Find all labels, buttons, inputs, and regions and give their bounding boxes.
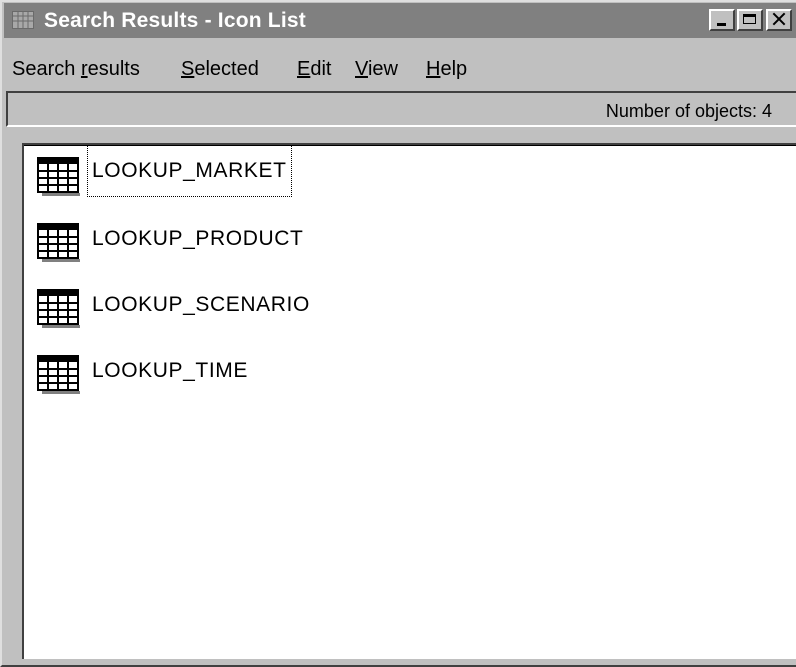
minimize-button[interactable] xyxy=(709,9,735,31)
menu-selected[interactable]: Selected xyxy=(181,58,259,81)
search-results-window: Search Results - Icon List Search result… xyxy=(0,0,796,667)
menu-search-results[interactable]: Search results xyxy=(12,58,140,81)
menu-bar: Search results Selected Edit View Help xyxy=(4,54,796,86)
list-item[interactable]: LOOKUP_SCENARIO xyxy=(36,288,436,336)
title-bar[interactable]: Search Results - Icon List xyxy=(4,3,796,38)
status-bar: Number of objects: 4 xyxy=(6,91,796,127)
item-label[interactable]: LOOKUP_SCENARIO xyxy=(88,292,314,318)
item-label[interactable]: LOOKUP_PRODUCT xyxy=(88,226,307,252)
list-item[interactable]: LOOKUP_TIME xyxy=(36,354,436,402)
window-table-icon[interactable] xyxy=(12,11,34,29)
menu-edit[interactable]: Edit xyxy=(297,58,331,81)
table-icon xyxy=(37,157,80,196)
menu-view[interactable]: View xyxy=(355,58,398,81)
icon-list[interactable]: LOOKUP_MARKET LOOKUP_PRODUCT LOOKUP_SCEN… xyxy=(22,143,796,659)
table-icon xyxy=(37,355,80,394)
maximize-button[interactable] xyxy=(737,9,763,31)
close-button[interactable] xyxy=(766,9,792,31)
list-item[interactable]: LOOKUP_MARKET xyxy=(36,145,436,204)
table-icon xyxy=(37,289,80,328)
item-label[interactable]: LOOKUP_MARKET xyxy=(87,145,292,197)
object-count: Number of objects: 4 xyxy=(605,101,772,121)
list-item[interactable]: LOOKUP_PRODUCT xyxy=(36,222,436,270)
window-title: Search Results - Icon List xyxy=(44,9,306,32)
menu-help[interactable]: Help xyxy=(426,58,467,81)
item-label[interactable]: LOOKUP_TIME xyxy=(88,358,252,384)
table-icon xyxy=(37,223,80,262)
